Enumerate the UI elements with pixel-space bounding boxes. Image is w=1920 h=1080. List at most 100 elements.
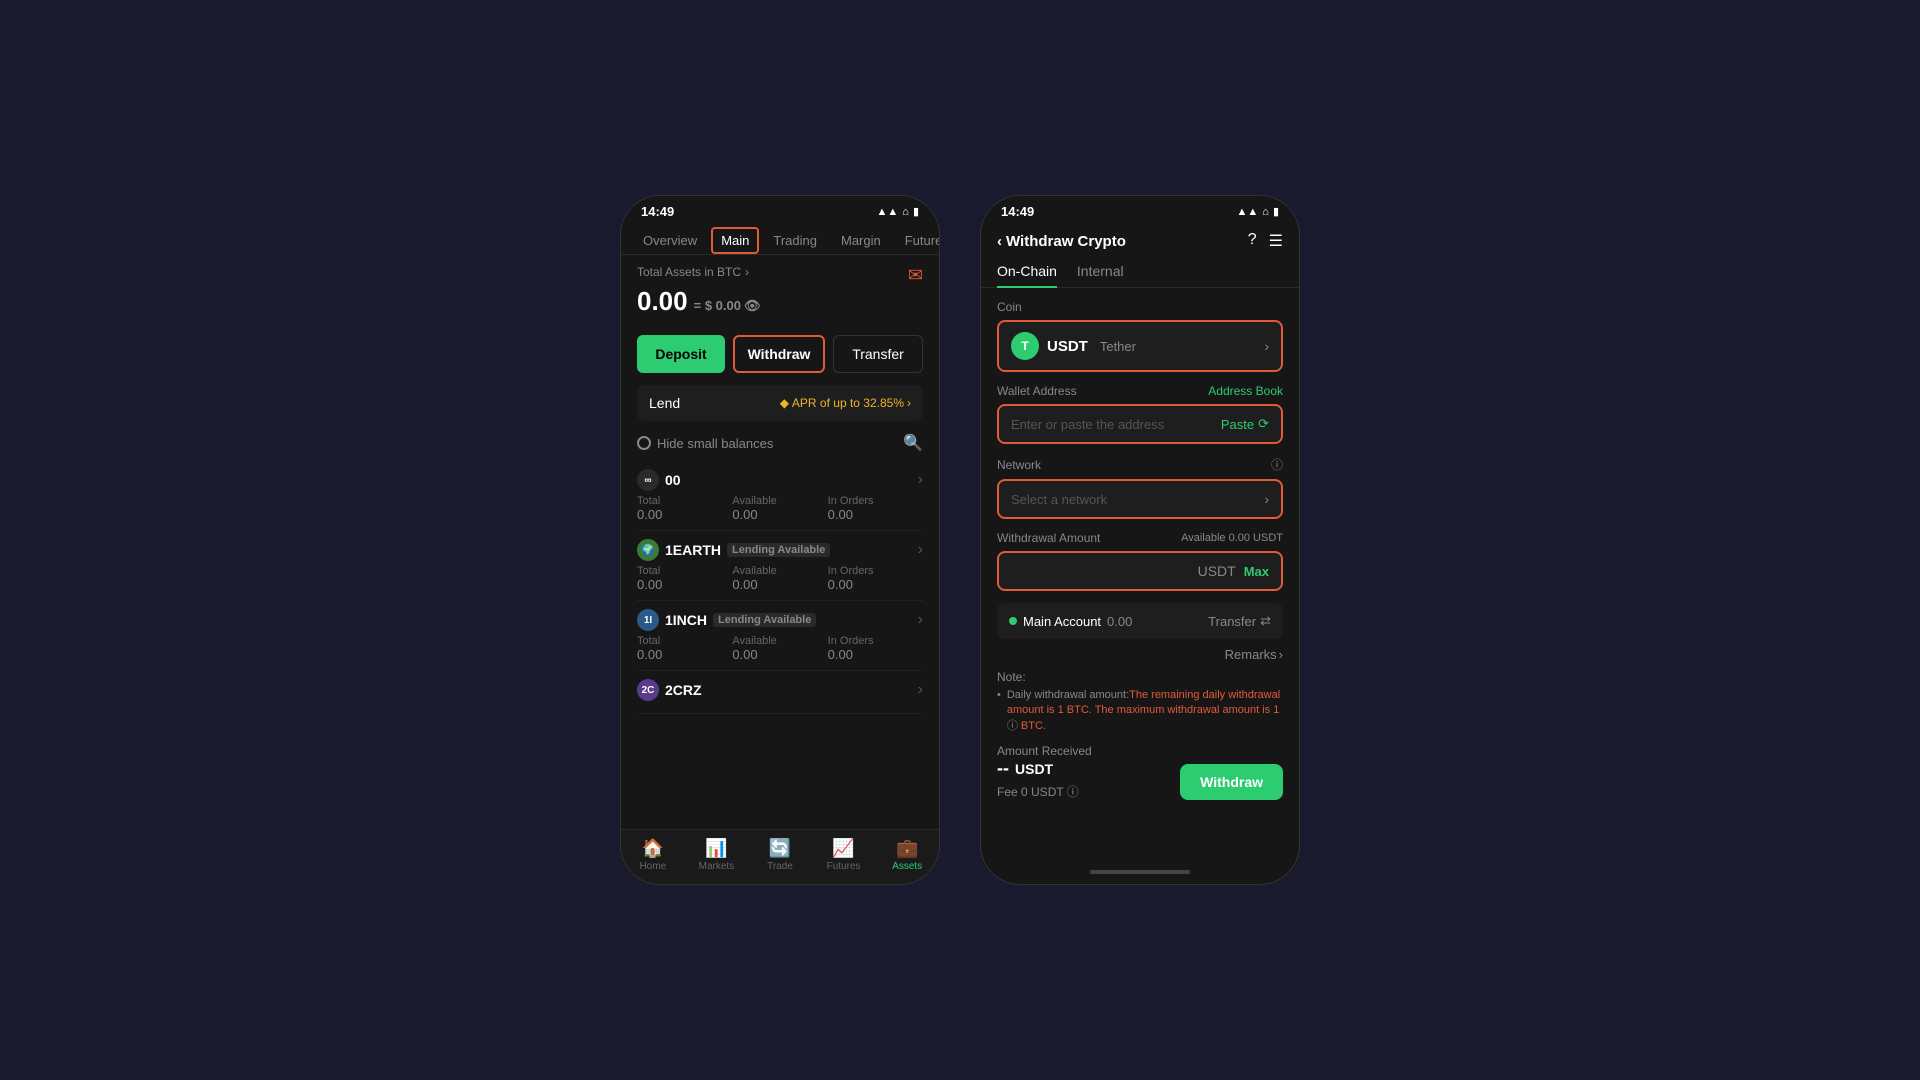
amount-received: Amount Received -- USDT Fee 0 USDT ⓘ	[997, 744, 1092, 800]
asset-list: ∞ 00 › Total 0.00 Available 0.00 I	[621, 461, 939, 829]
coin-name: Tether	[1100, 339, 1136, 354]
home-icon: 🏠	[642, 838, 664, 859]
nav-trade[interactable]: 🔄 Trade	[748, 838, 812, 872]
chevron-right-icon: ›	[907, 396, 911, 410]
status-time-right: 14:49	[1001, 204, 1034, 219]
asset-header-00[interactable]: ∞ 00 ›	[637, 469, 923, 491]
transfer-button[interactable]: Transfer	[833, 335, 923, 373]
right-content: ‹ Withdraw Crypto ? ☰ On-Chain Internal …	[981, 223, 1299, 884]
account-value: 0.00	[1107, 614, 1132, 629]
question-icon[interactable]: ?	[1248, 231, 1257, 251]
asset-name-2crz: 2C 2CRZ	[637, 679, 702, 701]
home-indicator	[1090, 870, 1190, 874]
asset-header-1earth[interactable]: 🌍 1EARTH Lending Available ›	[637, 539, 923, 561]
address-book-link[interactable]: Address Book	[1208, 384, 1283, 398]
chevron-right-icon: ›	[1279, 647, 1283, 662]
tab-futures[interactable]: Futures	[895, 227, 939, 254]
received-label: Amount Received	[997, 744, 1092, 758]
home-label: Home	[639, 861, 666, 872]
transfer-link[interactable]: Transfer ⇄	[1208, 613, 1271, 629]
network-placeholder: Select a network	[1011, 492, 1107, 507]
lend-banner[interactable]: Lend ◆ APR of up to 32.85% ›	[637, 385, 923, 421]
info-icon: ⓘ	[1271, 456, 1283, 473]
chevron-icon: ›	[918, 471, 923, 489]
lend-label: Lend	[649, 395, 680, 411]
tab-main[interactable]: Main	[711, 227, 759, 254]
withdraw-button[interactable]: Withdraw	[733, 335, 825, 373]
tab-margin[interactable]: Margin	[831, 227, 891, 254]
nav-home[interactable]: 🏠 Home	[621, 838, 685, 872]
search-icon[interactable]: 🔍	[903, 433, 923, 453]
asset-balances-00: Total 0.00 Available 0.00 In Orders 0.00	[637, 495, 923, 522]
received-unit: USDT	[1015, 761, 1053, 777]
asset-header-2crz[interactable]: 2C 2CRZ ›	[637, 679, 923, 701]
account-name: Main Account	[1023, 614, 1101, 629]
left-content: Overview Main Trading Margin Futures Tot…	[621, 223, 939, 884]
markets-icon: 📊	[705, 838, 727, 859]
nav-assets[interactable]: 💼 Assets	[875, 838, 939, 872]
tab-overview[interactable]: Overview	[633, 227, 707, 254]
list-icon[interactable]: ☰	[1269, 231, 1283, 251]
asset-icon-00: ∞	[637, 469, 659, 491]
paste-button[interactable]: Paste ⟳	[1221, 416, 1269, 432]
signal-icon: ▲▲	[877, 206, 899, 218]
usdt-logo: T	[1011, 332, 1039, 360]
amount-field[interactable]: USDT Max	[997, 551, 1283, 591]
note-bullet: • Daily withdrawal amount:The remaining …	[997, 688, 1283, 734]
amount-unit: USDT	[1198, 563, 1236, 579]
info-icon-note: ⓘ	[1007, 720, 1018, 732]
tab-internal[interactable]: Internal	[1077, 259, 1124, 287]
note-text: Daily withdrawal amount:The remaining da…	[1007, 688, 1283, 734]
mail-icon[interactable]: ✉	[908, 265, 923, 286]
paste-icon: ⟳	[1258, 416, 1269, 432]
asset-name-1inch: 1I 1INCH Lending Available	[637, 609, 816, 631]
deposit-button[interactable]: Deposit	[637, 335, 725, 373]
asset-header-1inch[interactable]: 1I 1INCH Lending Available ›	[637, 609, 923, 631]
remarks-row: Remarks ›	[997, 647, 1283, 662]
nav-futures[interactable]: 📈 Futures	[812, 838, 876, 872]
asset-name-00: ∞ 00	[637, 469, 681, 491]
address-input[interactable]: Enter or paste the address Paste ⟳	[997, 404, 1283, 444]
main-account-row: Main Account 0.00 Transfer ⇄	[997, 603, 1283, 639]
withdraw-header: ‹ Withdraw Crypto ? ☰	[981, 223, 1299, 255]
note-highlight: The remaining daily withdrawal amount is…	[1007, 689, 1280, 716]
withdraw-button[interactable]: Withdraw	[1180, 764, 1283, 800]
asset-balances-1earth: Total 0.00 Available 0.00 In Orders 0.00	[637, 565, 923, 592]
lend-apr: ◆ APR of up to 32.85% ›	[780, 396, 911, 410]
withdrawal-amount-label: Withdrawal Amount Available 0.00 USDT	[997, 531, 1283, 545]
note-title: Note:	[997, 670, 1283, 684]
battery-icon-right: ▮	[1273, 205, 1279, 218]
battery-icon: ▮	[913, 205, 919, 218]
toggle-left[interactable]: Hide small balances	[637, 436, 773, 451]
network-section: Network ⓘ Select a network ›	[997, 456, 1283, 519]
chevron-right-icon: ›	[1264, 338, 1269, 354]
coin-label: Coin	[997, 300, 1283, 314]
coin-symbol: USDT	[1047, 338, 1088, 355]
tab-trading[interactable]: Trading	[763, 227, 827, 254]
tab-on-chain[interactable]: On-Chain	[997, 259, 1057, 287]
left-phone: 14:49 ▲▲ ⌂ ▮ Overview Main Trading Margi…	[620, 195, 940, 885]
bal-col-orders: In Orders 0.00	[828, 565, 923, 592]
note-section: Note: • Daily withdrawal amount:The rema…	[997, 670, 1283, 734]
wifi-icon: ⌂	[902, 206, 909, 218]
eye-icon[interactable]: 👁	[744, 298, 761, 314]
remarks-link[interactable]: Remarks ›	[1225, 647, 1283, 662]
bal-col-total: Total 0.00	[637, 635, 732, 662]
nav-markets[interactable]: 📊 Markets	[685, 838, 749, 872]
address-placeholder: Enter or paste the address	[1011, 417, 1221, 432]
coin-section: Coin T USDT Tether ›	[997, 300, 1283, 372]
chevron-icon: ›	[918, 541, 923, 559]
bal-col-orders: In Orders 0.00	[828, 495, 923, 522]
back-button[interactable]: ‹ Withdraw Crypto	[997, 233, 1126, 250]
fee-row: Fee 0 USDT ⓘ	[997, 783, 1092, 800]
trade-label: Trade	[767, 861, 793, 872]
fee-info-icon: ⓘ	[1067, 783, 1079, 800]
status-bar-left: 14:49 ▲▲ ⌂ ▮	[621, 196, 939, 223]
toggle-radio[interactable]	[637, 436, 651, 450]
network-selector[interactable]: Select a network ›	[997, 479, 1283, 519]
bal-col-available: Available 0.00	[732, 565, 827, 592]
futures-label: Futures	[827, 861, 861, 872]
available-amount: Available 0.00 USDT	[1181, 532, 1283, 544]
coin-selector[interactable]: T USDT Tether ›	[997, 320, 1283, 372]
max-button[interactable]: Max	[1244, 564, 1269, 579]
